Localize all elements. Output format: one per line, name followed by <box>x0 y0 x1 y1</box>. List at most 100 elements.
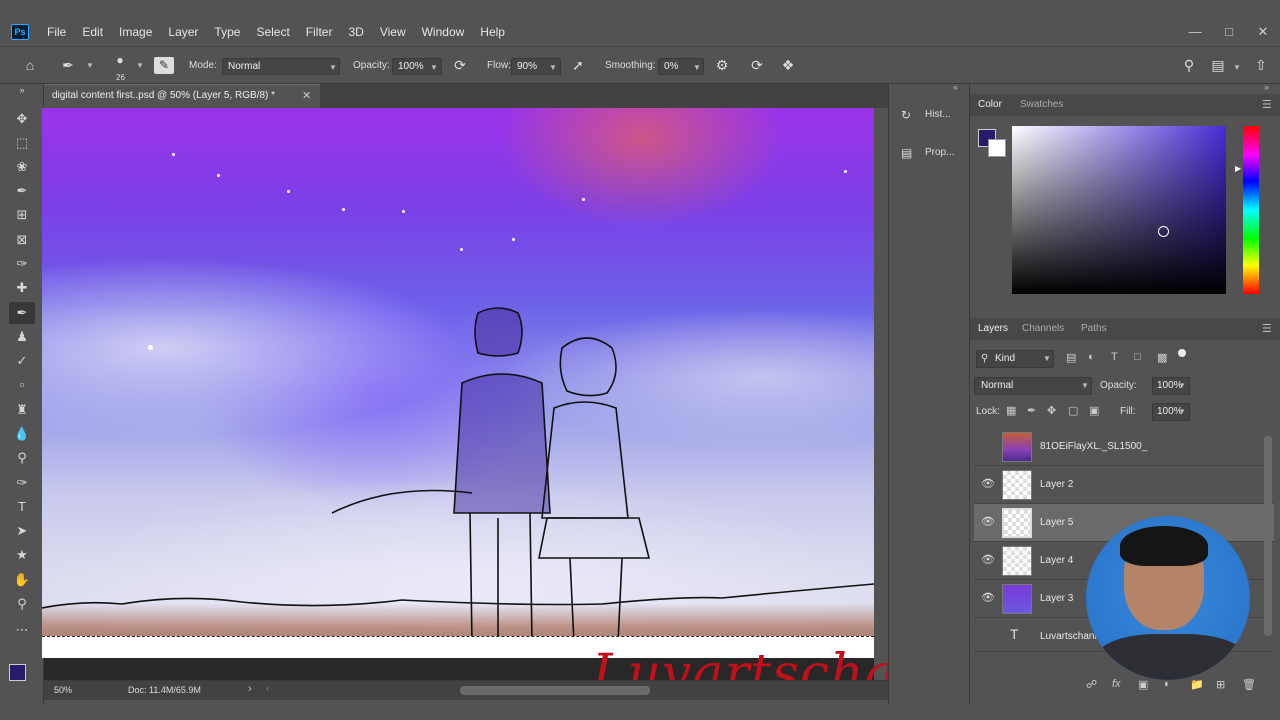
menu-3d[interactable]: 3D <box>340 18 371 46</box>
tab-paths[interactable]: Paths <box>1081 318 1107 340</box>
history-brush-tool-icon[interactable]: ✓ <box>9 350 35 372</box>
tab-color[interactable]: Color <box>978 94 1002 116</box>
chevron-down-icon[interactable]: ▼ <box>136 61 144 70</box>
hue-slider[interactable]: ▶ <box>1235 126 1259 294</box>
healing-brush-tool-icon[interactable]: ✚ <box>9 277 35 299</box>
chevron-down-icon[interactable]: ▼ <box>86 61 94 70</box>
layer-row[interactable]: 81OEiFlayXL._SL1500_ <box>974 428 1274 466</box>
menu-layer[interactable]: Layer <box>160 18 206 46</box>
chevron-down-icon[interactable]: ▼ <box>1178 407 1186 416</box>
workspace-icon[interactable]: ▤ <box>1208 57 1228 74</box>
dodge-tool-icon[interactable]: ⚲ <box>9 447 35 469</box>
hand-tool-icon[interactable]: ✋ <box>9 569 35 591</box>
minimize-icon[interactable]: — <box>1178 18 1212 46</box>
eraser-tool-icon[interactable]: ▫ <box>9 374 35 396</box>
close-tab-icon[interactable]: ✕ <box>302 89 311 102</box>
collapse-icon[interactable]: « <box>953 82 958 92</box>
canvas-artwork[interactable] <box>42 108 874 658</box>
blur-tool-icon[interactable]: 💧 <box>9 423 35 445</box>
collapse-icon[interactable]: » <box>1264 82 1269 92</box>
menu-edit[interactable]: Edit <box>74 18 111 46</box>
eye-icon[interactable]: 👁 <box>980 591 996 607</box>
menu-image[interactable]: Image <box>111 18 160 46</box>
filter-toggle-icon[interactable] <box>1178 349 1186 357</box>
lasso-tool-icon[interactable]: ❀ <box>9 156 35 178</box>
clone-stamp-tool-icon[interactable]: ♟ <box>9 326 35 348</box>
paint-bucket-tool-icon[interactable]: ♜ <box>9 399 35 421</box>
menu-help[interactable]: Help <box>472 18 513 46</box>
tab-channels[interactable]: Channels <box>1022 318 1064 340</box>
tab-swatches[interactable]: Swatches <box>1020 94 1063 116</box>
color-picker-field[interactable] <box>1012 126 1226 294</box>
close-icon[interactable]: ✕ <box>1246 18 1280 46</box>
symmetry-icon[interactable]: ❖ <box>778 57 798 74</box>
menu-file[interactable]: File <box>39 18 74 46</box>
shape-tool-icon[interactable]: ★ <box>9 544 35 566</box>
airbrush-icon[interactable]: ➚ <box>568 57 588 74</box>
brush-tool-icon[interactable]: ✒ <box>9 302 35 324</box>
chevron-down-icon[interactable]: ▼ <box>1233 63 1241 72</box>
layer-row[interactable]: 👁 Layer 2 <box>974 466 1274 504</box>
quick-select-tool-icon[interactable]: ✒ <box>9 180 35 202</box>
frame-tool-icon[interactable]: ⊠ <box>9 229 35 251</box>
lock-artboard-icon[interactable]: ▢ <box>1068 404 1078 417</box>
share-icon[interactable]: ⇧ <box>1251 57 1271 74</box>
eye-icon[interactable]: 👁 <box>980 477 996 493</box>
chevron-down-icon[interactable]: ▼ <box>1178 381 1186 390</box>
lock-pixels-icon[interactable]: ✒ <box>1027 404 1036 417</box>
color-picker-handle[interactable] <box>1158 226 1169 237</box>
lock-position-icon[interactable]: ✥ <box>1047 404 1056 417</box>
layer-filter-select[interactable]: ⚲ Kind ▼ <box>976 350 1054 368</box>
gear-icon[interactable]: ⚙ <box>712 57 732 74</box>
filter-smart-object-icon[interactable]: ▩ <box>1157 351 1167 364</box>
chevron-right-icon[interactable]: › <box>248 683 252 695</box>
properties-panel-button[interactable]: ▤ Prop... <box>893 138 965 168</box>
layers-scrollbar[interactable] <box>1264 436 1272 636</box>
eyedropper-tool-icon[interactable]: ✑ <box>9 253 35 275</box>
search-icon[interactable]: ⚲ <box>1179 57 1199 74</box>
lock-transparency-icon[interactable]: ▦ <box>1006 404 1016 417</box>
visibility-toggle[interactable] <box>982 441 994 453</box>
menu-type[interactable]: Type <box>206 18 248 46</box>
home-icon[interactable]: ⌂ <box>20 57 40 73</box>
brush-settings-icon[interactable]: ✎ <box>154 57 174 74</box>
eye-icon[interactable]: 👁 <box>980 515 996 531</box>
restore-icon[interactable]: □ <box>1212 18 1246 46</box>
more-tools-icon[interactable]: ⋯ <box>9 619 35 641</box>
crop-tool-icon[interactable]: ⊞ <box>9 204 35 226</box>
pressure-opacity-icon[interactable]: ⟳ <box>450 57 470 74</box>
zoom-tool-icon[interactable]: ⚲ <box>9 593 35 615</box>
menu-view[interactable]: View <box>372 18 414 46</box>
filter-pixel-icon[interactable]: ▤ <box>1066 351 1076 364</box>
document-tab[interactable]: digital content first..psd @ 50% (Layer … <box>44 84 320 108</box>
pen-tool-icon[interactable]: ✑ <box>9 472 35 494</box>
visibility-toggle[interactable] <box>982 631 994 643</box>
eye-icon[interactable]: 👁 <box>980 553 996 569</box>
menu-filter[interactable]: Filter <box>298 18 341 46</box>
filter-type-icon[interactable]: T <box>1111 351 1118 363</box>
scroll-left-icon[interactable]: ‹ <box>266 683 270 695</box>
brush-tool-icon[interactable]: ✒ <box>58 57 78 74</box>
hue-slider-handle[interactable]: ▶ <box>1235 164 1241 173</box>
history-panel-button[interactable]: ↻ Hist... <box>893 100 965 130</box>
mode-select[interactable]: Normal <box>222 58 340 75</box>
marquee-tool-icon[interactable]: ⬚ <box>9 132 35 154</box>
menu-icon[interactable]: ☰ <box>1262 98 1272 111</box>
blend-mode-select[interactable]: Normal ▼ <box>974 377 1092 395</box>
menu-icon[interactable]: ☰ <box>1262 322 1272 335</box>
filter-adjustment-icon[interactable]: ◐ <box>1088 351 1095 363</box>
path-selection-tool-icon[interactable]: ➤ <box>9 520 35 542</box>
zoom-level[interactable]: 50% <box>54 685 72 695</box>
move-tool-icon[interactable]: ✥ <box>9 108 35 130</box>
tab-layers[interactable]: Layers <box>978 318 1008 340</box>
collapse-icon[interactable]: » <box>9 85 35 95</box>
lock-all-icon[interactable]: ▣ <box>1089 404 1099 417</box>
menu-window[interactable]: Window <box>414 18 473 46</box>
background-color[interactable] <box>988 139 1006 157</box>
horizontal-scrollbar[interactable] <box>460 686 650 695</box>
menu-select[interactable]: Select <box>248 18 297 46</box>
type-tool-icon[interactable]: T <box>9 496 35 518</box>
pressure-size-icon[interactable]: ⟳ <box>747 57 767 74</box>
foreground-color-swatch[interactable] <box>9 664 26 681</box>
filter-shape-icon[interactable]: □ <box>1134 351 1141 363</box>
